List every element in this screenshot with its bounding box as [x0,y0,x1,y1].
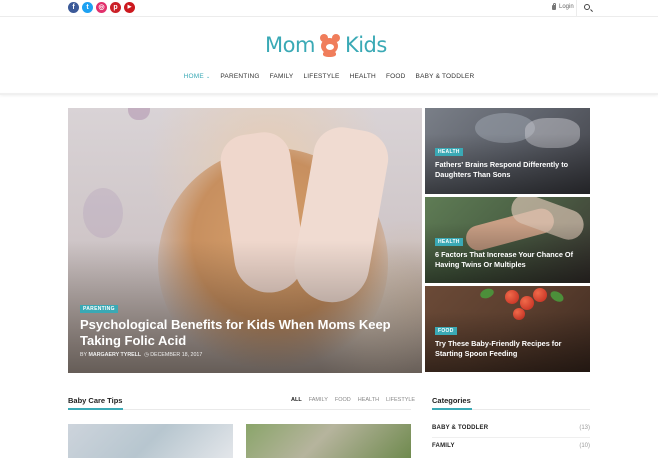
card-category-badge[interactable]: FOOD [435,327,457,335]
nav-item-parenting[interactable]: PARENTING [220,73,259,80]
section-accent-line [68,408,123,410]
login-link[interactable]: Login [552,2,574,10]
filter-health[interactable]: HEALTH [358,397,379,403]
nav-item-home-label[interactable]: HOME [184,73,204,80]
twitter-icon[interactable]: t [82,2,93,13]
nav-item-baby-toddler[interactable]: BABY & TODDLER [416,73,475,80]
pinterest-icon[interactable]: p [110,2,121,13]
post-thumbnail[interactable] [68,424,233,458]
post-thumbnail[interactable] [246,424,411,458]
search-icon[interactable] [584,4,590,10]
filter-lifestyle[interactable]: LIFESTYLE [386,397,415,403]
instagram-icon[interactable]: ◎ [96,2,107,13]
logo-word-kids: Kids [344,33,387,57]
category-count: (10) [579,443,590,449]
nav-item-lifestyle[interactable]: LIFESTYLE [303,73,339,80]
hero-date: DECEMBER 18, 2017 [150,352,203,358]
clock-icon: ◷ [144,352,149,358]
post-card[interactable]: HEALTH Fathers' Brains Respond Different… [425,108,590,194]
category-name[interactable]: BABY & TODDLER [432,425,488,431]
category-count: (13) [579,425,590,431]
youtube-icon[interactable]: ▶ [124,2,135,13]
hero-by: BY [80,352,87,358]
filter-family[interactable]: FAMILY [309,397,328,403]
card-category-badge[interactable]: HEALTH [435,148,463,156]
post-card[interactable]: FOOD Try These Baby-Friendly Recipes for… [425,286,590,372]
filter-all[interactable]: ALL [291,397,302,403]
top-bar: f t ◎ p ▶ Login [0,0,658,17]
site-logo[interactable]: Mom Kids [265,28,395,62]
card-title[interactable]: Try These Baby-Friendly Recipes for Star… [435,339,585,359]
category-divider [432,437,590,438]
main-nav: HOME ⌄ PARENTING FAMILY LIFESTYLE HEALTH… [0,73,658,80]
login-label[interactable]: Login [559,4,574,10]
hero-author[interactable]: MARGAERY TYRELL [88,352,141,358]
lock-icon [552,2,556,10]
filter-food[interactable]: FOOD [335,397,351,403]
section-accent-line [432,408,472,410]
hero-meta: BY MARGAERY TYRELL ◷ DECEMBER 18, 2017 [80,352,202,358]
post-card[interactable]: HEALTH 6 Factors That Increase Your Chan… [425,197,590,283]
social-links: f t ◎ p ▶ [68,2,135,13]
category-name[interactable]: FAMILY [432,443,455,449]
section-title-baby-care: Baby Care Tips [68,396,123,405]
bear-icon [317,32,343,58]
nav-divider [0,93,658,95]
logo-word-mom: Mom [265,33,315,57]
nav-item-family[interactable]: FAMILY [270,73,294,80]
card-title[interactable]: 6 Factors That Increase Your Chance Of H… [435,250,585,270]
nav-item-home[interactable]: HOME ⌄ [184,73,211,80]
divider [576,0,577,17]
nav-item-health[interactable]: HEALTH [350,73,376,80]
hero-title[interactable]: Psychological Benefits for Kids When Mom… [80,317,410,349]
chevron-down-icon: ⌄ [205,74,211,80]
card-title[interactable]: Fathers' Brains Respond Differently to D… [435,160,585,180]
nav-item-food[interactable]: FOOD [386,73,406,80]
facebook-icon[interactable]: f [68,2,79,13]
hero-post[interactable]: PARENTING Psychological Benefits for Kid… [68,108,422,373]
card-category-badge[interactable]: HEALTH [435,238,463,246]
hero-category-badge[interactable]: PARENTING [80,305,118,313]
section-title-categories: Categories [432,396,471,405]
section-filters: ALL FAMILY FOOD HEALTH LIFESTYLE [291,397,415,403]
category-item[interactable]: FAMILY (10) [432,443,590,449]
category-item[interactable]: BABY & TODDLER (13) [432,425,590,431]
